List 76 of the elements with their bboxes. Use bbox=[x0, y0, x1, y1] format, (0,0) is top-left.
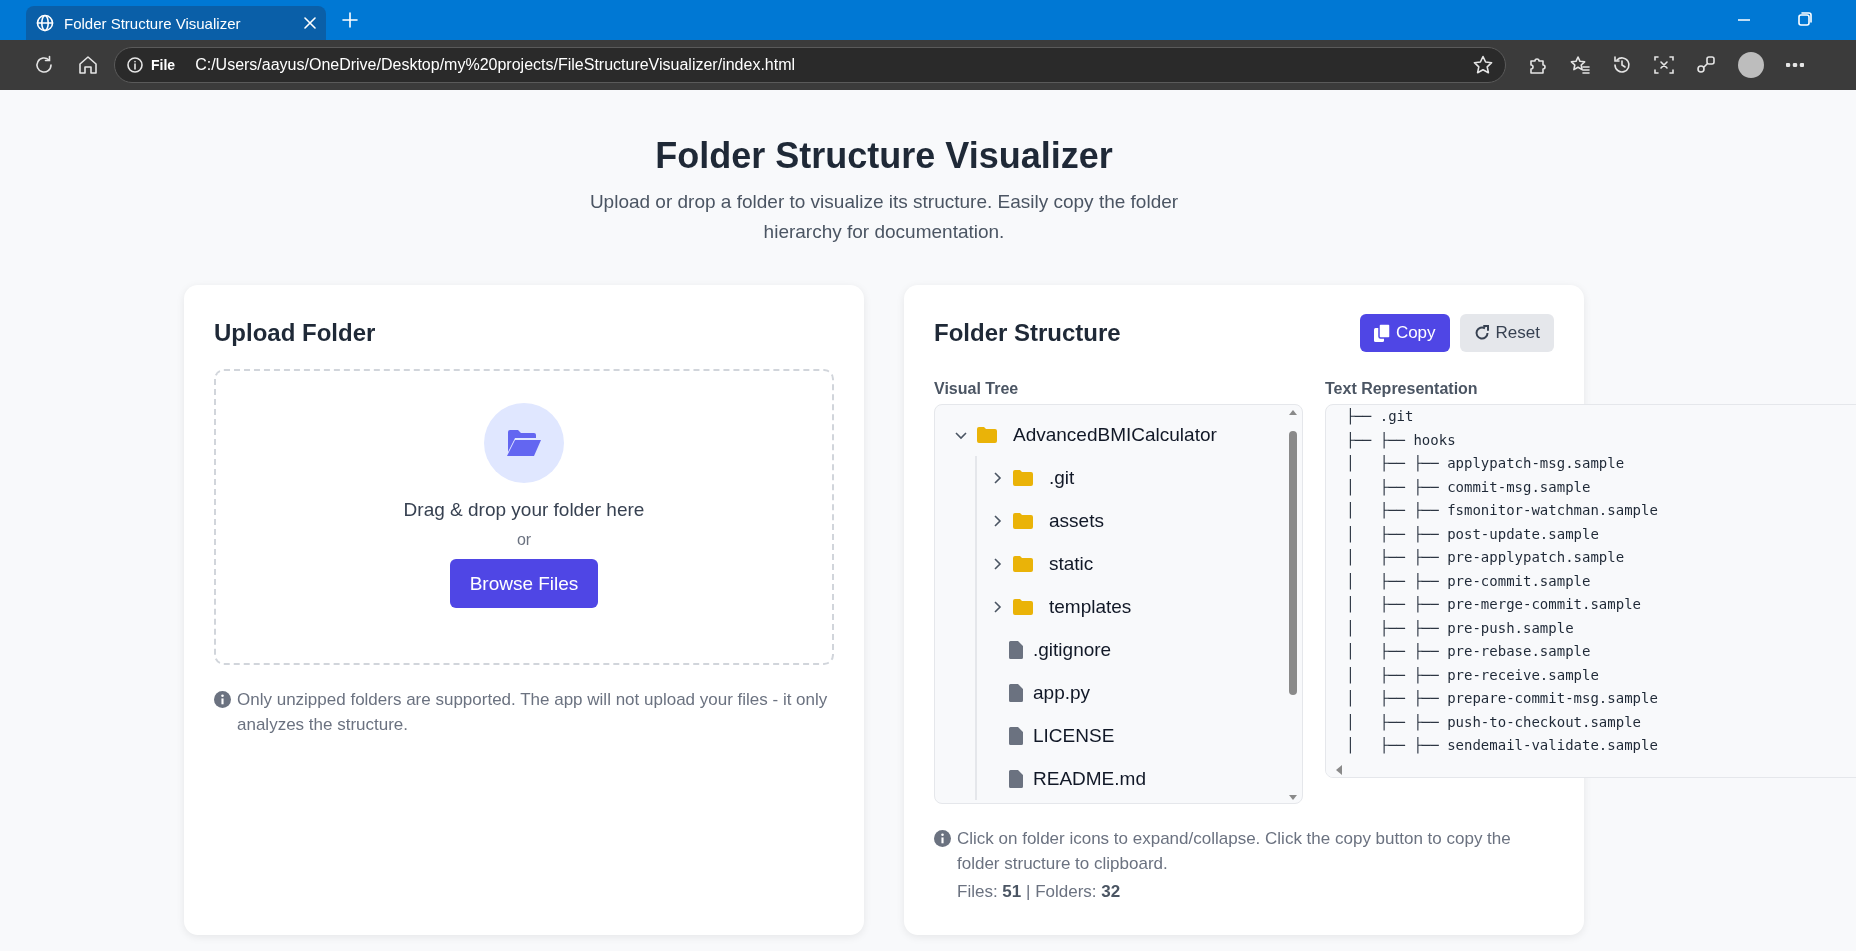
profile-avatar[interactable] bbox=[1738, 52, 1764, 78]
tree-text-line: │ ├── ├── prepare-commit-msg.sample bbox=[1346, 689, 1658, 709]
chevron-right-icon[interactable] bbox=[991, 514, 1003, 527]
close-icon[interactable] bbox=[304, 17, 316, 29]
tree-text-line: │ ├── ├── pre-receive.sample bbox=[1346, 665, 1599, 686]
refresh-icon bbox=[1473, 325, 1490, 341]
globe-icon[interactable] bbox=[36, 14, 54, 32]
browse-files-button[interactable]: Browse Files bbox=[450, 559, 598, 608]
folder-name[interactable]: assets bbox=[1049, 509, 1104, 532]
folder-name[interactable]: static bbox=[1049, 552, 1094, 575]
file-stats: Files: 51 | Folders: 32 bbox=[957, 882, 1121, 902]
copy-button[interactable]: Copy bbox=[1359, 314, 1450, 352]
file-icon bbox=[1009, 726, 1023, 745]
chevron-right-icon[interactable] bbox=[991, 557, 1003, 570]
info-icon bbox=[214, 691, 231, 708]
file-name[interactable]: .gitignore bbox=[1033, 638, 1112, 661]
folder-name[interactable]: templates bbox=[1049, 595, 1132, 618]
file-icon bbox=[1009, 640, 1023, 659]
scheme-label: File bbox=[151, 57, 176, 73]
tree-text-line: │ ├── ├── applypatch-msg.sample bbox=[1346, 454, 1625, 474]
folder-icon bbox=[1013, 512, 1033, 529]
reset-button[interactable]: Reset bbox=[1459, 314, 1554, 352]
tree-text-line: ├── ├── hooks bbox=[1346, 430, 1456, 451]
page-subtitle: Upload or drop a folder to visualize its structure. Easily copy the folder hierarchy for documentation. bbox=[588, 190, 1180, 244]
help-text: Click on folder icons to expand/collapse. Click the copy button to copy the folder structure to clipboard. bbox=[957, 828, 1512, 875]
tree-text-line: │ ├── ├── fsmonitor-watchman.sample bbox=[1346, 501, 1658, 521]
folder-icon bbox=[977, 426, 997, 443]
puzzle-icon[interactable] bbox=[1528, 55, 1548, 75]
drop-instruction: Drag & drop your folder here bbox=[403, 499, 645, 521]
section-label: Text Representation bbox=[1325, 380, 1478, 398]
drop-zone[interactable]: Drag & drop your folder here or Browse Files bbox=[214, 369, 834, 665]
more-icon[interactable] bbox=[1786, 63, 1804, 67]
tree-text-line: │ ├── ├── push-to-checkout.sample bbox=[1346, 712, 1641, 733]
url-text: C:/Users/aayus/OneDrive/Desktop/my%20projects/FileStructureVisualizer/index.html bbox=[195, 56, 797, 74]
share-icon[interactable] bbox=[1696, 55, 1716, 75]
home-icon[interactable] bbox=[78, 55, 98, 75]
tree-text-line: │ ├── ├── pre-rebase.sample bbox=[1346, 642, 1591, 662]
tree-text-line: ├── .git bbox=[1346, 407, 1414, 427]
file-name[interactable]: LICENSE bbox=[1033, 724, 1115, 747]
file-icon bbox=[1009, 683, 1023, 702]
tree-text-line: │ ├── ├── pre-commit.sample bbox=[1346, 571, 1591, 592]
section-label: Visual Tree bbox=[934, 380, 1019, 398]
tree-text-line: │ ├── ├── sendemail-validate.sample bbox=[1346, 736, 1658, 756]
file-name[interactable]: app.py bbox=[1033, 681, 1091, 704]
folder-icon bbox=[1013, 598, 1033, 615]
screenshot-icon[interactable] bbox=[1654, 55, 1674, 75]
chevron-right-icon[interactable] bbox=[991, 600, 1003, 613]
folder-name[interactable]: .git bbox=[1049, 466, 1075, 489]
folder-icon bbox=[1013, 469, 1033, 486]
browser-tab[interactable]: Folder Structure Visualizer bbox=[26, 6, 326, 40]
refresh-icon[interactable] bbox=[34, 55, 54, 75]
file-name[interactable]: README.md bbox=[1033, 767, 1146, 790]
page-title: Folder Structure Visualizer bbox=[655, 135, 1113, 177]
address-bar[interactable]: File C:/Users/aayus/OneDrive/Desktop/my%20projects/FileStructureVisualizer/index.html bbox=[114, 47, 1506, 83]
restore-icon[interactable] bbox=[1798, 12, 1812, 26]
tree-text-line: │ ├── ├── pre-applypatch.sample bbox=[1346, 548, 1625, 568]
folder-name[interactable]: AdvancedBMICalculator bbox=[1013, 423, 1217, 446]
star-icon[interactable] bbox=[1473, 55, 1493, 75]
info-icon bbox=[934, 830, 951, 847]
tab-title: Folder Structure Visualizer bbox=[64, 14, 242, 32]
tree-text-line: │ ├── ├── pre-push.sample bbox=[1346, 618, 1574, 639]
tree-text-line: │ ├── ├── pre-merge-commit.sample bbox=[1346, 595, 1641, 615]
tree-text-line: │ ├── ├── post-update.sample bbox=[1346, 524, 1599, 545]
upload-note: Only unzipped folders are supported. The app will not upload your files - it only analyzes the structure. bbox=[237, 689, 829, 736]
card-title: Folder Structure bbox=[934, 318, 1121, 348]
copy-icon bbox=[1373, 324, 1390, 342]
history-icon[interactable] bbox=[1612, 55, 1632, 75]
info-icon[interactable] bbox=[127, 57, 143, 73]
file-icon bbox=[1009, 769, 1023, 788]
chevron-right-icon[interactable] bbox=[991, 471, 1003, 484]
tree-text-line: │ ├── ├── commit-msg.sample bbox=[1346, 477, 1591, 498]
or-label: or bbox=[516, 531, 532, 549]
card-title: Upload Folder bbox=[214, 318, 376, 348]
folder-icon bbox=[1013, 555, 1033, 572]
favorites-icon[interactable] bbox=[1570, 55, 1590, 75]
new-tab-icon[interactable] bbox=[342, 12, 358, 28]
